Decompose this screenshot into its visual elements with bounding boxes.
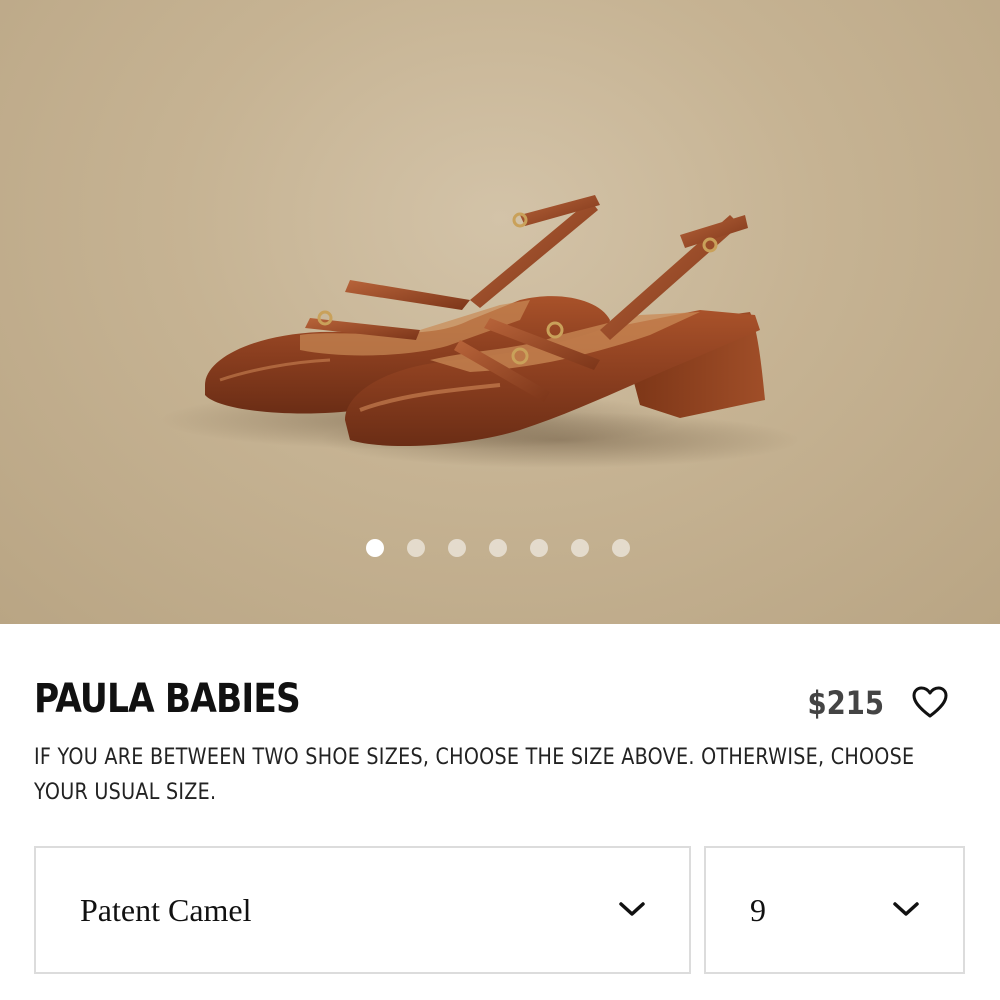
gallery-dot[interactable]	[489, 539, 507, 557]
color-select-value: Patent Camel	[80, 892, 252, 928]
size-select-value: 9	[750, 892, 766, 928]
gallery-dot[interactable]	[448, 539, 466, 557]
color-select[interactable]: Patent Camel	[34, 846, 691, 974]
gallery-dot[interactable]	[530, 539, 548, 557]
gallery-dot[interactable]	[612, 539, 630, 557]
gallery-dot[interactable]	[571, 539, 589, 557]
chevron-down-icon	[619, 902, 645, 916]
gallery-dot[interactable]	[366, 539, 384, 557]
product-title: PAULA BABIES	[34, 676, 301, 722]
shoe-photo	[160, 195, 800, 468]
size-select[interactable]: 9	[704, 846, 965, 974]
chevron-down-icon	[893, 902, 919, 916]
size-advice: IF YOU ARE BETWEEN TWO SHOE SIZES, CHOOS…	[34, 745, 915, 805]
heart-icon[interactable]	[910, 684, 950, 720]
product-price: $215	[807, 684, 884, 722]
gallery-dot[interactable]	[407, 539, 425, 557]
product-image[interactable]	[0, 0, 1000, 624]
gallery-pagination	[366, 539, 630, 557]
